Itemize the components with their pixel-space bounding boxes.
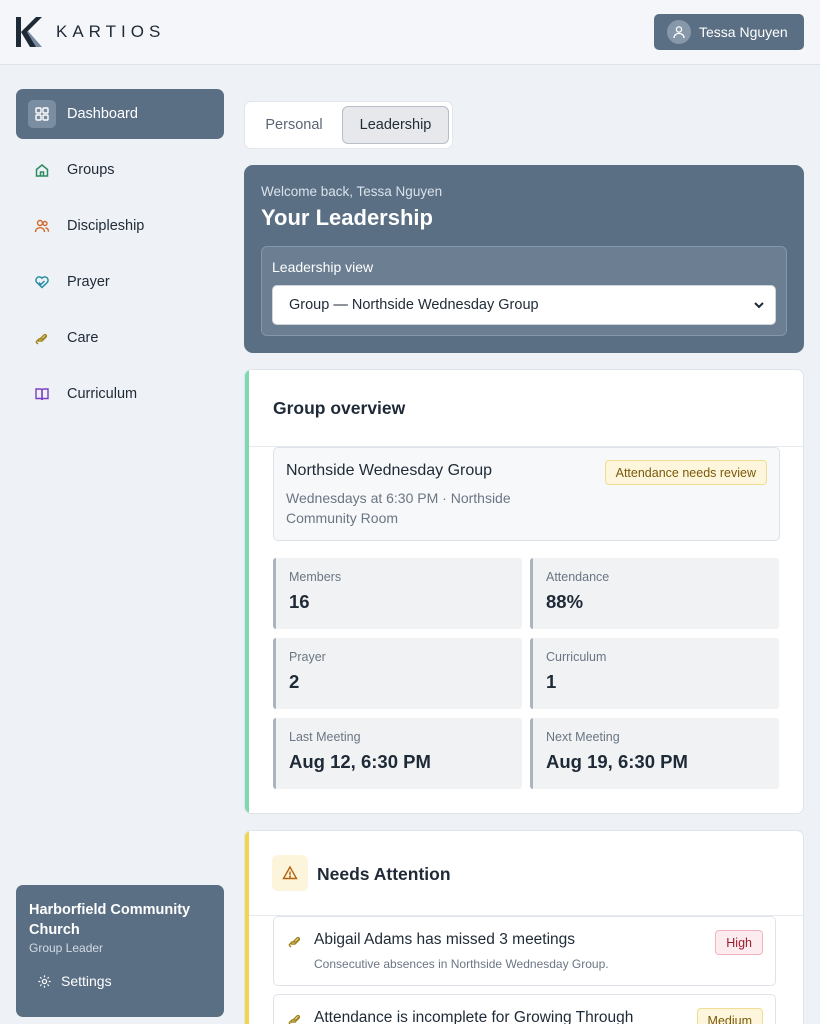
page-title: Your Leadership [261,205,433,230]
brand-name: KARTIOS [56,22,166,41]
view-tabs: Personal Leadership [244,101,453,149]
sidebar-item-care[interactable]: Care [16,313,224,363]
hand-icon [288,1014,301,1024]
sidebar-item-label: Dashboard [67,106,138,122]
leadership-view-panel: Leadership view Group — Northside Wednes… [261,246,787,336]
kartios-logo-icon [16,17,42,47]
book-icon [28,380,56,408]
home-icon [28,156,56,184]
stat-value: 16 [289,591,310,612]
top-bar: KARTIOS Tessa Nguyen [0,0,820,65]
group-meta: Wednesdays at 6:30 PM · Northside Commun… [286,490,511,526]
logo[interactable]: KARTIOS [16,17,165,47]
stat-value: Aug 12, 6:30 PM [289,751,431,772]
status-badge: Attendance needs review [604,460,767,485]
leadership-hero: Welcome back, Tessa Nguyen Your Leadersh… [244,165,804,353]
stat-label: Last Meeting [289,730,361,744]
stat-members: Members 16 [273,558,522,629]
warning-icon [272,855,308,891]
sidebar-item-label: Care [67,330,99,346]
hand-icon [28,324,56,352]
sidebar-item-groups[interactable]: Groups [16,145,224,195]
hand-icon [288,936,301,948]
stat-prayer: Prayer 2 [273,638,522,709]
org-panel: Harborfield Community Church Group Leade… [16,885,224,1017]
user-avatar-icon [667,20,691,44]
tab-leadership[interactable]: Leadership [342,106,449,144]
stat-value: 88% [546,591,584,612]
users-icon [28,212,56,240]
sidebar-item-label: Curriculum [67,386,138,402]
heart-hands-icon [28,268,56,296]
leadership-view-label: Leadership view [272,259,374,275]
user-name: Tessa Nguyen [699,24,788,40]
group-summary[interactable]: Northside Wednesday Group Wednesdays at … [273,447,780,541]
card-accent [245,831,249,1024]
card-title: Group overview [273,398,406,418]
sidebar-item-label: Groups [67,162,115,178]
attention-item-title: Abigail Adams has missed 3 meetings [314,931,576,948]
user-menu-button[interactable]: Tessa Nguyen [654,14,804,50]
leadership-view-select[interactable]: Group — Northside Wednesday Group [272,285,776,325]
stat-label: Next Meeting [546,730,620,744]
stat-last-meeting: Last Meeting Aug 12, 6:30 PM [273,718,522,789]
stat-curriculum: Curriculum 1 [530,638,779,709]
priority-badge: Medium [696,1008,763,1024]
gear-icon [38,974,51,988]
stat-label: Attendance [546,570,610,584]
sidebar-item-prayer[interactable]: Prayer [16,257,224,307]
dashboard-icon [28,100,56,128]
org-role: Group Leader [29,941,104,955]
attention-item-desc: Consecutive absences in Northside Wednes… [314,957,609,971]
stat-value: Aug 19, 6:30 PM [546,751,688,772]
settings-link[interactable]: Settings [29,973,211,989]
card-accent [245,370,249,813]
stat-attendance: Attendance 88% [530,558,779,629]
tab-personal[interactable]: Personal [251,106,337,144]
stat-next-meeting: Next Meeting Aug 19, 6:30 PM [530,718,779,789]
attention-item-title: Attendance is incomplete for Growing Thr… [314,1009,634,1024]
attention-item[interactable]: Attendance is incomplete for Growing Thr… [273,994,776,1024]
sidebar-item-curriculum[interactable]: Curriculum [16,369,224,419]
settings-label: Settings [61,973,112,989]
sidebar-nav: Dashboard Groups Discipleship Prayer Car… [16,89,224,425]
stat-label: Prayer [289,650,326,664]
stat-value: 2 [289,671,300,692]
stat-value: 1 [546,671,557,692]
stat-label: Curriculum [546,650,607,664]
welcome-text: Welcome back, Tessa Nguyen [261,184,443,199]
group-overview-card: Group overview Northside Wednesday Group… [244,369,804,814]
sidebar-item-discipleship[interactable]: Discipleship [16,201,224,251]
stat-label: Members [289,570,342,584]
sidebar-item-label: Prayer [67,274,110,290]
sidebar-item-dashboard[interactable]: Dashboard [16,89,224,139]
chevron-down-icon [754,302,764,309]
leadership-view-value: Group — Northside Wednesday Group [289,297,539,313]
org-name: Harborfield Community Church [29,902,191,938]
attention-item[interactable]: Abigail Adams has missed 3 meetings Cons… [273,916,776,986]
needs-attention-card: Needs Attention Abigail Adams has missed… [244,830,804,1024]
priority-badge: High [715,930,763,955]
card-title: Needs Attention [317,864,451,884]
sidebar-item-label: Discipleship [67,218,145,234]
